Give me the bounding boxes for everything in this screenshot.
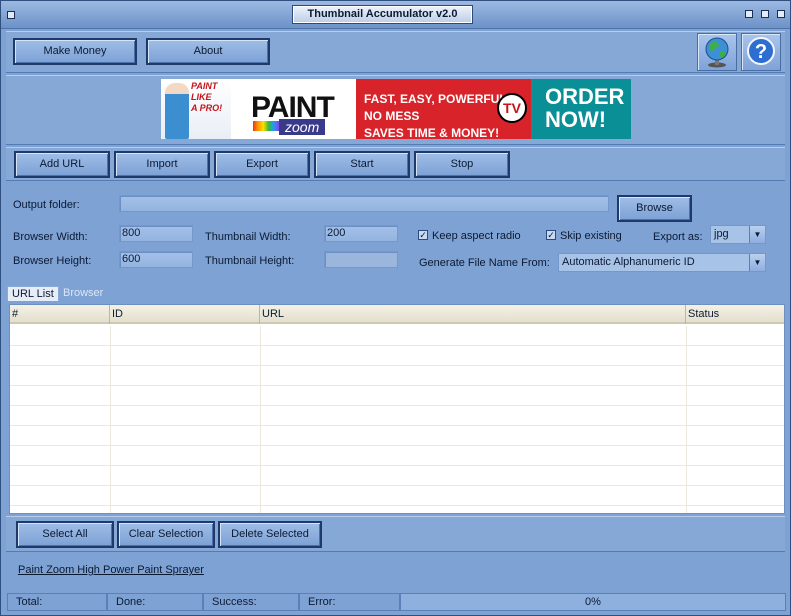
browser-width-label: Browser Width: [13, 231, 88, 243]
banner-tagline-1: FAST, EASY, POWERFUL, NO MESS [364, 92, 511, 123]
banner-model-image [165, 83, 189, 139]
generate-name-value: Automatic Alphanumeric ID [562, 256, 695, 268]
table-row[interactable] [10, 386, 784, 406]
output-folder-label: Output folder: [13, 199, 80, 211]
banner-cta-section: ORDER NOW! [531, 79, 631, 139]
banner-slogan-line1: PAINT LIKE [191, 81, 218, 102]
banner-model-section: PAINT LIKE A PRO! [161, 79, 231, 139]
tab-browser[interactable]: Browser [59, 286, 107, 301]
export-as-value: jpg [714, 228, 729, 240]
column-header-url[interactable]: URL [260, 305, 686, 324]
export-as-label: Export as: [653, 231, 703, 243]
skip-existing-checkbox[interactable]: ✓ [546, 230, 556, 240]
banner-cta-2: NOW! [545, 107, 607, 132]
table-row[interactable] [10, 466, 784, 486]
banner-brand-sub: zoom [279, 119, 326, 135]
keep-aspect-checkbox[interactable]: ✓ [418, 230, 428, 240]
tab-url-list[interactable]: URL List [7, 286, 59, 301]
help-icon: ? [747, 37, 775, 65]
chevron-down-icon[interactable]: ▼ [749, 226, 765, 243]
banner-brand-section: PAINT zoom [231, 79, 356, 139]
keep-aspect-label: Keep aspect radio [432, 230, 521, 242]
make-money-button[interactable]: Make Money [13, 38, 137, 65]
export-button[interactable]: Export [214, 151, 310, 178]
chevron-down-icon[interactable]: ▼ [749, 254, 765, 271]
browser-width-input[interactable]: 800 [119, 225, 193, 242]
import-button[interactable]: Import [114, 151, 210, 178]
banner-cta: ORDER NOW! [545, 85, 624, 131]
help-button[interactable]: ? [741, 33, 781, 71]
status-success: Success: [203, 593, 299, 611]
thumbnail-width-label: Thumbnail Width: [205, 231, 291, 243]
browser-height-label: Browser Height: [13, 255, 92, 267]
add-url-button[interactable]: Add URL [14, 151, 110, 178]
banner-rainbow [253, 121, 279, 131]
column-header-id[interactable]: ID [110, 305, 260, 324]
column-header-number[interactable]: # [10, 305, 110, 324]
output-folder-input[interactable] [119, 195, 609, 212]
table-row[interactable] [10, 406, 784, 426]
minimize-icon[interactable] [745, 10, 753, 18]
export-as-select[interactable]: jpg ▼ [710, 225, 766, 244]
globe-button[interactable] [697, 33, 737, 71]
ad-link[interactable]: Paint Zoom High Power Paint Sprayer [18, 564, 204, 576]
banner-slogan: PAINT LIKE A PRO! [191, 81, 231, 114]
thumbnail-height-label: Thumbnail Height: [205, 255, 295, 267]
selection-toolbar: Select All Clear Selection Delete Select… [6, 516, 785, 552]
table-row[interactable] [10, 426, 784, 446]
table-row[interactable] [10, 326, 784, 346]
status-bar: Total: Done: Success: Error: 0% [7, 593, 786, 611]
actions-toolbar: Add URL Import Export Start Stop [6, 147, 785, 181]
banner-tagline-section: FAST, EASY, POWERFUL, NO MESS SAVES TIME… [356, 79, 531, 140]
globe-icon [705, 37, 729, 68]
skip-existing-label: Skip existing [560, 230, 622, 242]
svg-text:?: ? [755, 41, 767, 63]
tv-badge-icon: TV [497, 93, 527, 123]
banner-tagline-2: SAVES TIME & MONEY! [364, 126, 500, 140]
top-toolbar: Make Money About ? [6, 31, 785, 73]
status-total: Total: [7, 593, 107, 611]
table-header: # ID URL Status [10, 305, 784, 324]
progress-bar: 0% [400, 593, 786, 611]
generate-name-select[interactable]: Automatic Alphanumeric ID ▼ [558, 253, 766, 272]
thumbnail-height-input[interactable] [324, 251, 398, 268]
table-row[interactable] [10, 446, 784, 466]
title-bar[interactable]: Thumbnail Accumulator v2.0 [1, 1, 790, 29]
banner-cta-1: ORDER [545, 84, 625, 109]
column-header-status[interactable]: Status [686, 305, 784, 324]
status-done: Done: [107, 593, 203, 611]
select-all-button[interactable]: Select All [16, 521, 114, 548]
about-button[interactable]: About [146, 38, 270, 65]
table-row[interactable] [10, 486, 784, 506]
status-error: Error: [299, 593, 400, 611]
window-title: Thumbnail Accumulator v2.0 [292, 5, 473, 24]
thumbnail-width-input[interactable]: 200 [324, 225, 398, 242]
app-window: Thumbnail Accumulator v2.0 Make Money Ab… [0, 0, 791, 616]
table-row[interactable] [10, 366, 784, 386]
url-table[interactable]: # ID URL Status [9, 304, 785, 514]
banner-slogan-line2: A PRO! [191, 103, 223, 113]
ad-banner[interactable]: PAINT LIKE A PRO! PAINT zoom FAST, EASY,… [161, 79, 631, 140]
generate-name-label: Generate File Name From: [419, 257, 550, 269]
system-menu-icon[interactable] [7, 11, 15, 19]
clear-selection-button[interactable]: Clear Selection [117, 521, 215, 548]
stop-button[interactable]: Stop [414, 151, 510, 178]
browser-height-input[interactable]: 600 [119, 251, 193, 268]
start-button[interactable]: Start [314, 151, 410, 178]
close-icon[interactable] [777, 10, 785, 18]
delete-selected-button[interactable]: Delete Selected [218, 521, 322, 548]
table-row[interactable] [10, 346, 784, 366]
maximize-icon[interactable] [761, 10, 769, 18]
browse-button[interactable]: Browse [617, 195, 692, 222]
